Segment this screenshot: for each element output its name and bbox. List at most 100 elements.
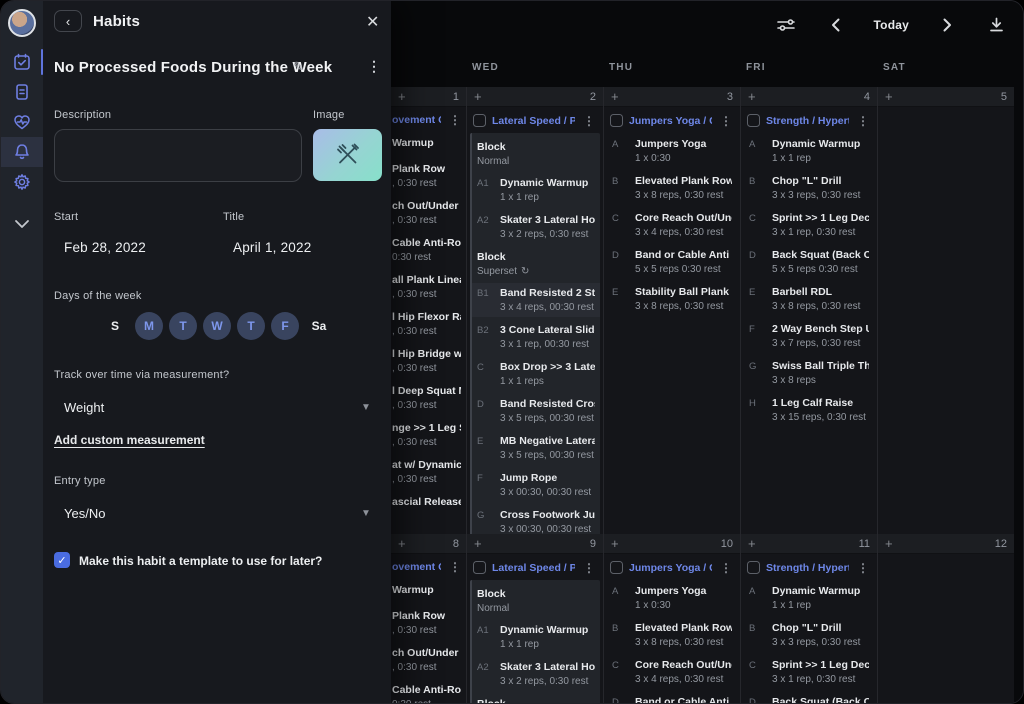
exercise-row[interactable]: CSprint >> 1 Leg Declarations3 x 1 rep, … xyxy=(744,212,874,238)
exercise-row[interactable]: Cable Anti-Rotati...0:30 rest xyxy=(391,237,466,263)
workout-title-link[interactable]: Lateral Speed / Plyo xyxy=(492,115,575,127)
habit-image-tile[interactable] xyxy=(313,129,382,181)
end-date-value[interactable]: April 1, 2022 xyxy=(233,240,311,255)
workout-title-link[interactable]: ovement Q... xyxy=(392,561,441,573)
workout-kebab-menu-icon[interactable]: ⋮ xyxy=(447,561,463,573)
workout-checkbox[interactable] xyxy=(473,114,486,127)
exercise-row[interactable]: BChop "L" Drill3 x 3 reps, 0:30 rest xyxy=(744,622,874,648)
exercise-row[interactable]: EMB Negative Lateral Hop...3 x 5 reps, 0… xyxy=(472,435,600,461)
workout-kebab-menu-icon[interactable]: ⋮ xyxy=(581,562,597,574)
exercise-row[interactable]: DBack Squat (Back Off Set)5 x 5 reps 0:3… xyxy=(744,249,874,275)
workout-kebab-menu-icon[interactable]: ⋮ xyxy=(581,115,597,127)
exercise-row[interactable]: GCross Footwork Jump Rope3 x 00:30, 00:3… xyxy=(472,509,600,534)
exercise-row[interactable]: B23 Cone Lateral Slide3 x 1 rep, 00:30 r… xyxy=(472,324,600,350)
exercise-row[interactable]: Warmup xyxy=(391,137,466,152)
day-toggle-sa[interactable]: Sa xyxy=(305,312,333,340)
avatar[interactable] xyxy=(8,9,36,37)
workout-title-link[interactable]: Jumpers Yoga / Core xyxy=(629,115,712,127)
workout-checkbox[interactable] xyxy=(610,114,623,127)
add-event-plus-icon[interactable]: + xyxy=(748,537,756,550)
workout-kebab-menu-icon[interactable]: ⋮ xyxy=(855,115,871,127)
day-toggle-s[interactable]: S xyxy=(101,312,129,340)
add-event-plus-icon[interactable]: + xyxy=(474,537,482,550)
description-input[interactable] xyxy=(54,129,302,182)
exercise-row[interactable]: EBarbell RDL3 x 8 reps, 0:30 rest xyxy=(744,286,874,312)
close-icon[interactable]: ✕ xyxy=(361,10,384,34)
exercise-row[interactable]: EStability Ball Plank Linear ...3 x 8 re… xyxy=(607,286,737,312)
exercise-row[interactable]: A2Skater 3 Lateral Hops >> ...3 x 2 reps… xyxy=(472,214,600,240)
add-event-plus-icon[interactable]: + xyxy=(398,90,406,103)
exercise-row[interactable]: ch Out/Under, 0:30 rest xyxy=(391,200,466,226)
add-custom-measurement-link[interactable]: Add custom measurement xyxy=(54,433,205,447)
exercise-row[interactable]: ADynamic Warmup1 x 1 rep xyxy=(744,585,874,611)
habit-kebab-menu-icon[interactable]: ⋮ xyxy=(363,58,385,75)
workout-checkbox[interactable] xyxy=(747,561,760,574)
exercise-row[interactable]: Cable Anti-Rotati...0:30 rest xyxy=(391,684,466,704)
workout-checkbox[interactable] xyxy=(473,561,486,574)
exercise-row[interactable]: Warmup xyxy=(391,584,466,599)
day-toggle-t[interactable]: T xyxy=(169,312,197,340)
sidebar-item-heart-pulse[interactable] xyxy=(1,107,43,137)
add-event-plus-icon[interactable]: + xyxy=(885,537,893,550)
exercise-row[interactable]: AJumpers Yoga1 x 0:30 xyxy=(607,138,737,164)
exercise-row[interactable]: BChop "L" Drill3 x 3 reps, 0:30 rest xyxy=(744,175,874,201)
add-event-plus-icon[interactable]: + xyxy=(611,90,619,103)
edit-pencil-icon[interactable]: ✎ xyxy=(293,59,304,75)
exercise-row[interactable]: CSprint >> 1 Leg Declarations3 x 1 rep, … xyxy=(744,659,874,685)
exercise-row[interactable]: l Hip Bridge w/ ..., 0:30 rest xyxy=(391,348,466,374)
exercise-row[interactable]: l Deep Squat Mo..., 0:30 rest xyxy=(391,385,466,411)
exercise-row[interactable]: BElevated Plank Row3 x 8 reps, 0:30 rest xyxy=(607,175,737,201)
day-toggle-t[interactable]: T xyxy=(237,312,265,340)
workout-kebab-menu-icon[interactable]: ⋮ xyxy=(447,114,463,126)
exercise-row[interactable]: Plank Row, 0:30 rest xyxy=(391,163,466,189)
exercise-row[interactable]: GSwiss Ball Triple Threat3 x 8 reps xyxy=(744,360,874,386)
sidebar-item-document[interactable] xyxy=(1,77,43,107)
workout-title-link[interactable]: Lateral Speed / Plyo xyxy=(492,562,575,574)
download-icon[interactable] xyxy=(985,14,1007,36)
sidebar-item-gear[interactable] xyxy=(1,167,43,197)
workout-kebab-menu-icon[interactable]: ⋮ xyxy=(718,115,734,127)
add-event-plus-icon[interactable]: + xyxy=(611,537,619,550)
workout-title-link[interactable]: Strength / Hypertro... xyxy=(766,562,849,574)
sidebar-item-calendar-check[interactable] xyxy=(1,47,43,77)
exercise-row[interactable]: CCore Reach Out/Under3 x 4 reps, 0:30 re… xyxy=(607,212,737,238)
sidebar-item-bell[interactable] xyxy=(1,137,43,167)
workout-kebab-menu-icon[interactable]: ⋮ xyxy=(855,562,871,574)
filter-sliders-icon[interactable] xyxy=(776,14,798,36)
exercise-row[interactable]: DBand or Cable Anti Rotati...5 x 5 reps … xyxy=(607,696,737,704)
exercise-row[interactable]: ascial Release C... xyxy=(391,496,466,511)
measurement-select[interactable]: Weight xyxy=(64,400,104,415)
workout-kebab-menu-icon[interactable]: ⋮ xyxy=(718,562,734,574)
exercise-row[interactable]: at w/ Dynamic P..., 0:30 rest xyxy=(391,459,466,485)
exercise-row[interactable]: all Plank Linear ..., 0:30 rest xyxy=(391,274,466,300)
exercise-row[interactable]: BElevated Plank Row3 x 8 reps, 0:30 rest xyxy=(607,622,737,648)
start-date-value[interactable]: Feb 28, 2022 xyxy=(64,240,146,255)
exercise-row[interactable]: Plank Row, 0:30 rest xyxy=(391,610,466,636)
workout-checkbox[interactable] xyxy=(747,114,760,127)
exercise-row[interactable]: DBand Resisted Crossover...3 x 5 reps, 0… xyxy=(472,398,600,424)
workout-title-link[interactable]: Strength / Hypertro... xyxy=(766,115,849,127)
prev-week-chevron-icon[interactable] xyxy=(825,14,847,36)
add-event-plus-icon[interactable]: + xyxy=(885,90,893,103)
exercise-row[interactable]: H1 Leg Calf Raise3 x 15 reps, 0:30 rest xyxy=(744,397,874,423)
exercise-row[interactable]: CCore Reach Out/Under3 x 4 reps, 0:30 re… xyxy=(607,659,737,685)
today-button[interactable]: Today xyxy=(874,18,909,32)
measurement-caret-icon[interactable]: ▼ xyxy=(361,402,371,413)
entry-type-select[interactable]: Yes/No xyxy=(64,506,105,521)
workout-title-link[interactable]: ovement Q... xyxy=(392,114,441,126)
exercise-row[interactable]: A1Dynamic Warmup1 x 1 rep xyxy=(472,624,600,650)
exercise-row[interactable]: CBox Drop >> 3 Lateral H...1 x 1 reps xyxy=(472,361,600,387)
exercise-row[interactable]: AJumpers Yoga1 x 0:30 xyxy=(607,585,737,611)
back-button[interactable]: ‹ xyxy=(54,10,82,32)
exercise-row[interactable]: DBack Squat (Back Off Set)5 x 5 reps 0:3… xyxy=(744,696,874,704)
exercise-row[interactable]: l Hip Flexor Rais..., 0:30 rest xyxy=(391,311,466,337)
sidebar-item-chevron-down[interactable] xyxy=(1,209,43,239)
exercise-row[interactable]: ADynamic Warmup1 x 1 rep xyxy=(744,138,874,164)
add-event-plus-icon[interactable]: + xyxy=(748,90,756,103)
day-toggle-w[interactable]: W xyxy=(203,312,231,340)
next-week-chevron-icon[interactable] xyxy=(936,14,958,36)
exercise-row[interactable]: A1Dynamic Warmup1 x 1 rep xyxy=(472,177,600,203)
exercise-row[interactable]: FJump Rope3 x 00:30, 00:30 rest xyxy=(472,472,600,498)
entry-type-caret-icon[interactable]: ▼ xyxy=(361,508,371,519)
workout-checkbox[interactable] xyxy=(610,561,623,574)
